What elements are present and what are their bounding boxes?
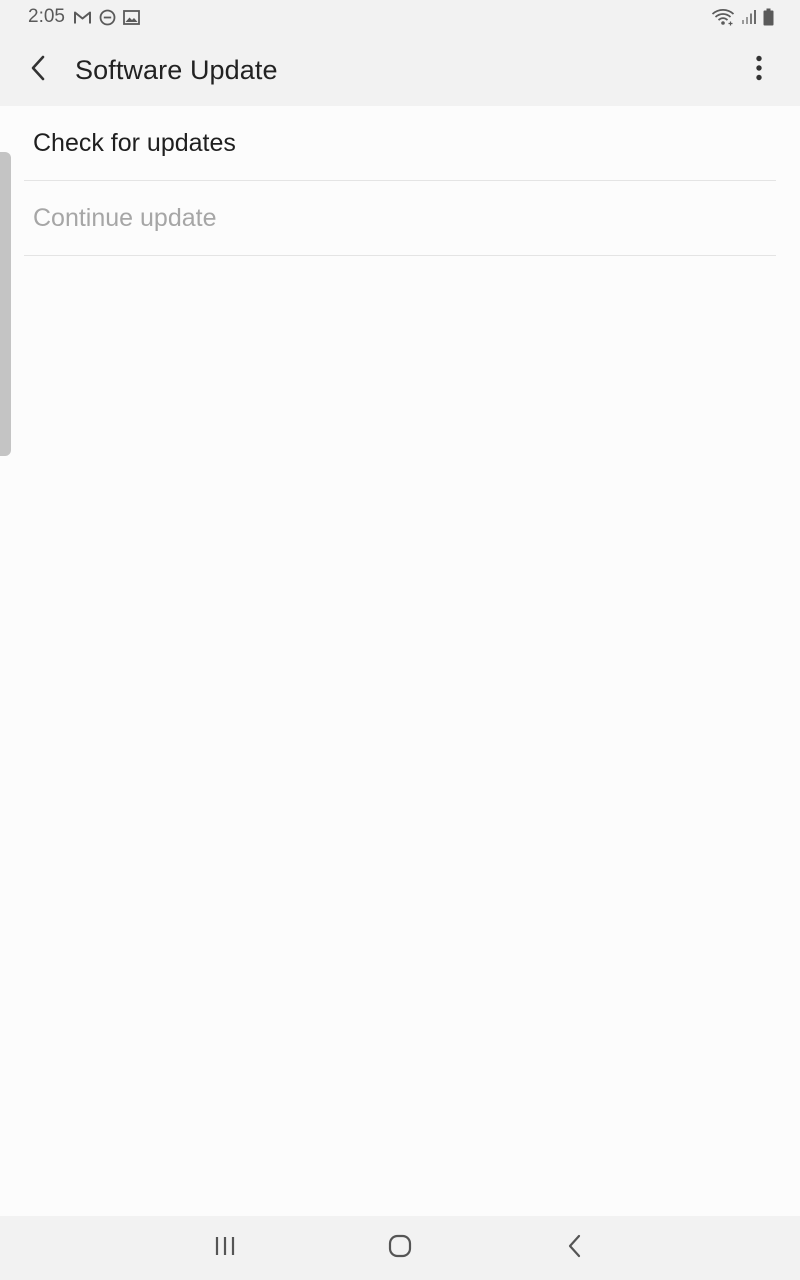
battery-icon: [763, 8, 774, 26]
more-vertical-icon: [755, 55, 763, 86]
back-icon: [567, 1234, 583, 1263]
app-bar: Software Update: [0, 34, 800, 106]
home-button[interactable]: [340, 1216, 460, 1280]
gmail-icon: [73, 10, 92, 25]
notification-icons: [73, 9, 140, 26]
back-button[interactable]: [8, 40, 68, 100]
list-item-label: Continue update: [33, 203, 217, 232]
page-title: Software Update: [75, 54, 278, 85]
nav-back-button[interactable]: [515, 1216, 635, 1280]
system-icons: [711, 8, 774, 26]
cellular-signal-icon: [741, 9, 757, 25]
continue-update-item: Continue update: [24, 181, 776, 256]
home-icon: [388, 1234, 412, 1263]
recents-button[interactable]: [165, 1216, 285, 1280]
list-item-label: Check for updates: [33, 128, 236, 157]
scroll-indicator[interactable]: [0, 152, 11, 456]
wifi-icon: [711, 8, 735, 26]
gallery-icon: [123, 9, 140, 25]
status-bar: 2:05: [0, 0, 800, 34]
screen: 2:05 Software Update Check for updates C…: [0, 0, 800, 1280]
recents-icon: [214, 1236, 236, 1261]
settings-list: Check for updates Continue update: [0, 106, 800, 256]
more-options-button[interactable]: [732, 40, 786, 100]
check-for-updates-item[interactable]: Check for updates: [24, 106, 776, 181]
status-time: 2:05: [28, 6, 65, 27]
navigation-bar: [0, 1216, 800, 1280]
chevron-left-icon: [29, 55, 47, 86]
do-not-disturb-icon: [99, 9, 116, 26]
